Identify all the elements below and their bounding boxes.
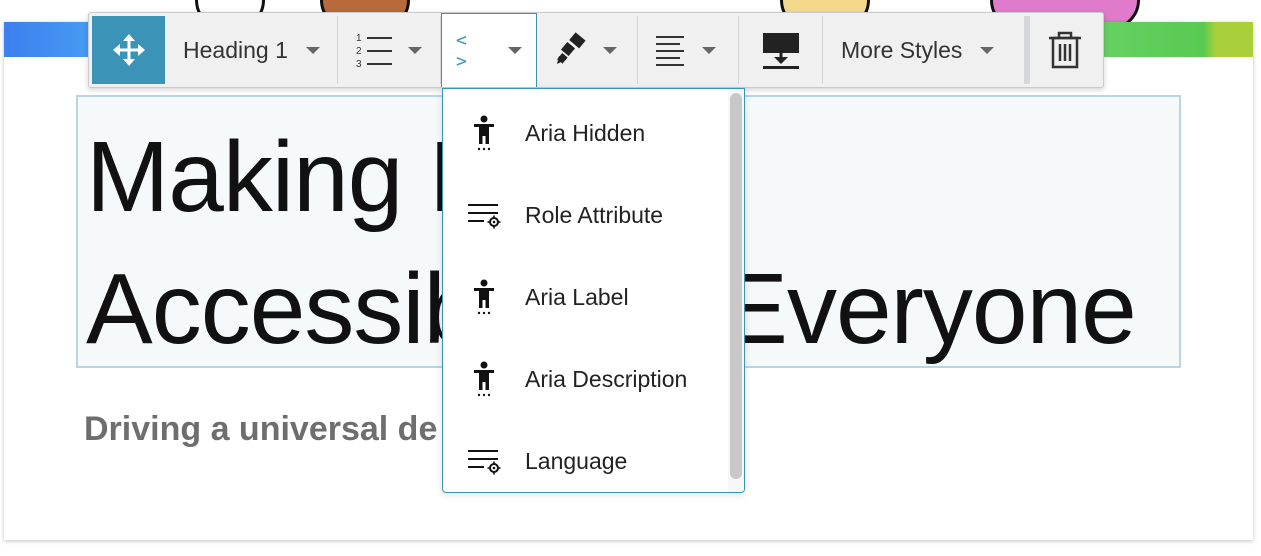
lines-gear-icon	[443, 447, 525, 475]
menu-item-role-attribute[interactable]: Role Attribute	[443, 174, 728, 256]
editor-stage: Making D Accessible for Everyone Driving…	[0, 0, 1261, 556]
numbered-list-icon: 1 2 3	[356, 33, 392, 70]
menu-item-label: Aria Hidden	[525, 119, 646, 146]
menu-item-aria-description[interactable]: Aria Description	[443, 338, 728, 420]
block-toolbar: Heading 1 1 2 3 < > More Styles	[88, 12, 1104, 88]
subtitle[interactable]: Driving a universal de	[84, 410, 437, 449]
menu-item-label: Role Attribute	[525, 201, 664, 228]
trash-icon	[1049, 31, 1081, 69]
dropdown-scrollbar-track[interactable]	[728, 89, 744, 492]
menu-item-language[interactable]: Language	[443, 420, 728, 492]
chevron-down-icon	[408, 46, 422, 54]
paint-style-button[interactable]	[537, 16, 638, 84]
heading-level-select[interactable]: Heading 1	[165, 16, 338, 84]
chevron-down-icon	[980, 46, 995, 54]
insert-below-button[interactable]	[739, 16, 823, 84]
delete-block-button[interactable]	[1024, 16, 1100, 84]
menu-item-label: Aria Description	[525, 365, 688, 392]
alignment-button[interactable]	[638, 16, 739, 84]
code-icon: < >	[456, 29, 471, 72]
menu-item-aria-label[interactable]: Aria Label	[443, 256, 728, 338]
lines-gear-icon	[443, 201, 525, 229]
chevron-down-icon	[305, 46, 320, 54]
svg-text:2: 2	[356, 46, 362, 57]
move-handle[interactable]	[92, 16, 165, 84]
heading-level-label: Heading 1	[183, 36, 288, 63]
chevron-down-icon	[603, 46, 617, 54]
menu-item-label: Aria Label	[525, 283, 629, 310]
svg-text:1: 1	[356, 33, 362, 44]
more-styles-label: More Styles	[841, 36, 963, 63]
menu-item-aria-hidden[interactable]: Aria Hidden	[443, 92, 728, 174]
accessibility-person-icon	[443, 279, 525, 315]
html-attributes-button[interactable]: < >	[441, 13, 537, 87]
svg-text:3: 3	[356, 59, 362, 70]
chevron-down-icon	[702, 46, 716, 54]
accessibility-person-icon	[443, 115, 525, 151]
align-left-icon	[656, 36, 684, 66]
list-style-button[interactable]: 1 2 3	[338, 16, 441, 84]
dropdown-scrollbar-thumb[interactable]	[730, 93, 742, 479]
menu-item-label: Language	[525, 447, 628, 474]
accessibility-person-icon	[443, 361, 525, 397]
more-styles-select[interactable]: More Styles	[823, 16, 1013, 84]
paintbrush-icon	[557, 32, 586, 64]
insert-block-icon	[762, 33, 799, 69]
move-arrows-icon	[112, 34, 145, 66]
chevron-down-icon	[508, 47, 522, 54]
attributes-dropdown-menu: Aria Hidden Role Attribute Aria Label Ar…	[442, 88, 745, 493]
